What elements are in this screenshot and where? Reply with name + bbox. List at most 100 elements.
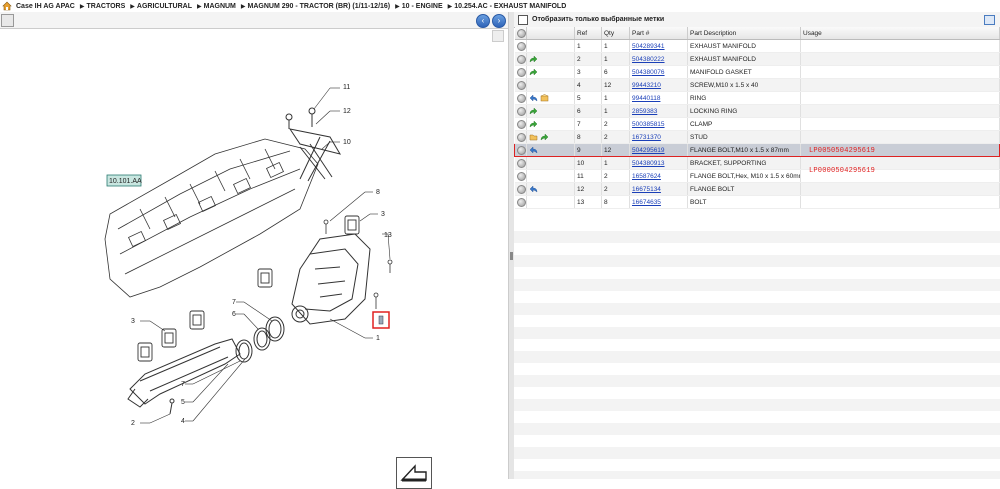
row-select-icon[interactable] [516,132,526,142]
row-select-icon[interactable] [516,54,526,64]
ref-label[interactable]: 10.101.AA [109,178,142,185]
select-all-icon[interactable] [516,28,526,38]
callout-number[interactable]: 13 [384,232,392,239]
row-select-icon[interactable] [516,184,526,194]
column-header[interactable]: Ref [574,27,602,40]
callout-number[interactable]: 7 [181,381,185,388]
column-header[interactable] [514,27,527,40]
breadcrumb-item[interactable]: TRACTORS [87,3,126,10]
breadcrumb-item[interactable]: AGRICULTURAL [137,3,192,10]
green-arrow-icon[interactable] [529,68,538,76]
part-number-link[interactable]: 99443210 [632,82,661,89]
column-header[interactable]: Part # [629,27,688,40]
callout-number[interactable]: 3 [381,211,385,218]
row-select-cell[interactable] [514,78,527,92]
row-select-cell[interactable] [514,117,527,131]
column-header[interactable]: Usage [800,27,1000,40]
row-select-icon[interactable] [516,158,526,168]
row-select-cell[interactable] [514,91,527,105]
blue-arrow-icon[interactable] [529,146,538,154]
part-number-link[interactable]: 504380222 [632,56,665,63]
column-header[interactable] [526,27,575,40]
table-row[interactable]: 6 1 2859383 LOCKING RING [514,104,1000,118]
column-header[interactable]: Qty [601,27,630,40]
table-row[interactable]: 2 1 504380222 EXHAUST MANIFOLD [514,52,1000,66]
splitter-grip[interactable] [510,252,513,260]
callout-number[interactable]: 10 [343,139,351,146]
home-icon[interactable] [2,1,12,11]
green-arrow-icon[interactable] [529,120,538,128]
folder-icon[interactable] [529,133,538,141]
table-row[interactable]: 8 2 16731370 STUD [514,130,1000,144]
part-number-link[interactable]: 504289341 [632,43,665,50]
blue-arrow-icon[interactable] [529,94,538,102]
green-arrow-icon[interactable] [529,55,538,63]
row-select-icon[interactable] [516,119,526,129]
return-arrow-icon[interactable] [396,457,432,489]
prev-page-icon[interactable]: ‹ [476,14,490,28]
part-number-link[interactable]: 504380913 [632,160,665,167]
part-number-link[interactable]: 2859383 [632,108,657,115]
row-select-icon[interactable] [516,41,526,51]
row-select-cell[interactable] [514,156,527,170]
callout-number[interactable]: 7 [232,299,236,306]
green-arrow-icon[interactable] [529,107,538,115]
callout-number[interactable]: 6 [232,311,236,318]
part-number-link[interactable]: 16587624 [632,173,661,180]
callout-number[interactable]: 4 [181,418,185,425]
table-row[interactable]: 1 1 504289341 EXHAUST MANIFOLD [514,39,1000,53]
part-number-link[interactable]: 504380076 [632,69,665,76]
row-select-cell[interactable] [514,195,527,209]
column-header[interactable]: Part Description [687,27,801,40]
row-select-cell[interactable] [514,130,527,144]
row-select-icon[interactable] [516,197,526,207]
breadcrumb-item[interactable]: 10.254.AC - EXHAUST MANIFOLD [454,3,566,10]
table-row[interactable]: 13 8 16674635 BOLT [514,195,1000,209]
part-number-link[interactable]: 16675134 [632,186,661,193]
blue-arrow-icon[interactable] [529,185,538,193]
row-select-cell[interactable] [514,169,527,183]
callout-number[interactable]: 12 [343,108,351,115]
part-number-link[interactable]: 500385815 [632,121,665,128]
green-arrow-icon[interactable] [540,133,549,141]
callout-number[interactable]: 5 [181,399,185,406]
row-select-icon[interactable] [516,67,526,77]
callout-number[interactable]: 1 [376,335,380,342]
row-select-cell[interactable] [514,182,527,196]
breadcrumb-item[interactable]: MAGNUM [204,3,236,10]
show-selected-checkbox[interactable] [518,14,528,25]
table-row[interactable]: 12 2 16675134 FLANGE BOLT [514,182,1000,196]
callout-number[interactable]: 3 [131,318,135,325]
callout-number[interactable]: 2 [131,420,135,427]
table-row[interactable]: 11 2 16587624 FLANGE BOLT,Hex, M10 x 1.5 x … [514,169,1000,183]
row-select-icon[interactable] [516,106,526,116]
row-select-cell[interactable] [514,52,527,66]
part-number-link[interactable]: 16731370 [632,134,661,141]
breadcrumb-item[interactable]: Case IH AG APAC [16,3,75,10]
download-icon[interactable] [1,14,14,27]
breadcrumb-item[interactable]: 10 - ENGINE [402,3,443,10]
table-row[interactable]: 5 1 99440118 RING [514,91,1000,105]
part-number-link[interactable]: 99440118 [632,95,660,102]
part-number-link[interactable]: 504295619 [632,147,665,154]
callout-number[interactable]: 11 [343,84,350,91]
box-icon[interactable] [540,94,549,102]
row-select-cell[interactable] [514,39,527,53]
table-row[interactable]: 7 2 500385815 CLAMP [514,117,1000,131]
row-select-icon[interactable] [516,171,526,181]
breadcrumb-item[interactable]: MAGNUM 290 - TRACTOR (BR) (1/11-12/16) [248,3,391,10]
row-select-icon[interactable] [517,145,526,155]
table-row[interactable]: 10 1 504380913 BRACKET, SUPPORTING [514,156,1000,170]
export-icon[interactable] [984,15,995,25]
table-row[interactable]: 3 6 504380076 MANIFOLD GASKET [514,65,1000,79]
row-select-cell[interactable] [514,65,527,79]
row-select-icon[interactable] [516,80,526,90]
row-select-icon[interactable] [516,93,526,103]
callout-number[interactable]: 8 [376,189,380,196]
next-page-icon[interactable]: › [492,14,506,28]
table-row[interactable]: 4 12 99443210 SCREW,M10 x 1.5 x 40 [514,78,1000,92]
row-select-cell[interactable] [514,143,527,157]
part-number-link[interactable]: 16674635 [632,199,661,206]
row-select-cell[interactable] [514,104,527,118]
table-row[interactable]: 9 12 504295619 FLANGE BOLT,M10 x 1.5 x 87mm [514,143,1000,157]
